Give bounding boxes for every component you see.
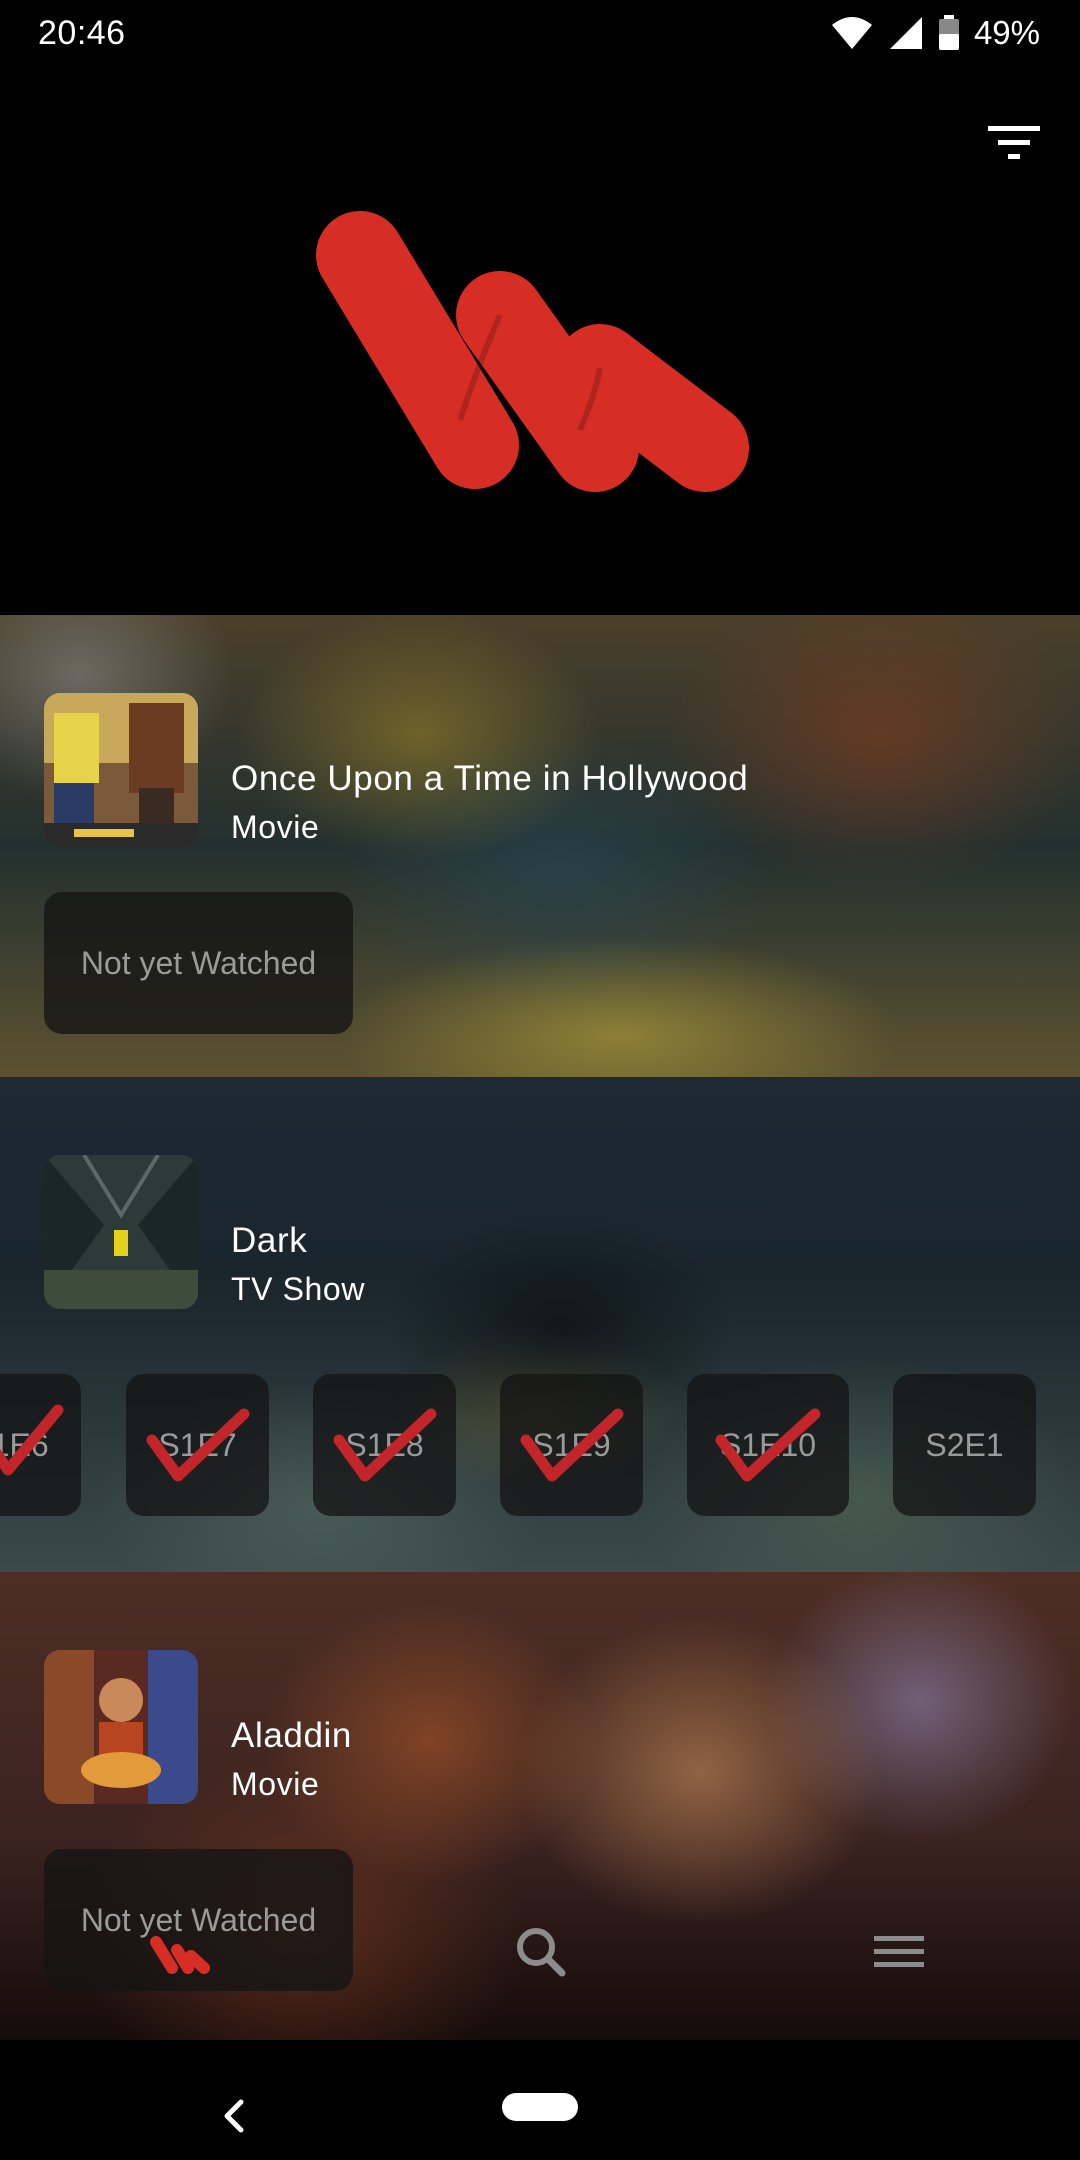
checkmark-icon — [333, 1408, 437, 1482]
checkmark-icon — [715, 1408, 821, 1482]
filter-icon — [988, 126, 1040, 159]
status-bar: 20:46 49% — [0, 0, 1080, 70]
watched-logo — [300, 190, 780, 530]
episode-chip[interactable]: S1E6 — [0, 1374, 81, 1516]
filter-button[interactable] — [982, 118, 1046, 174]
menu-icon — [874, 1936, 924, 1967]
search-icon — [517, 1928, 566, 1977]
media-title: Dark — [231, 1221, 308, 1260]
bottom-navigation — [0, 1880, 1080, 2020]
poster-image — [44, 1650, 198, 1804]
episode-chip[interactable]: S1E8 — [313, 1374, 456, 1516]
poster-image — [44, 1155, 198, 1309]
battery-percent: 49% — [973, 14, 1040, 51]
watch-status-button[interactable]: Not yet Watched — [44, 892, 353, 1034]
checkmark-icon — [0, 1404, 64, 1476]
media-card[interactable]: Once Upon a Time in Hollywood Movie Not … — [0, 615, 1080, 1077]
media-title: Once Upon a Time in Hollywood — [231, 759, 749, 798]
battery-icon — [938, 15, 959, 50]
media-title: Aladdin — [231, 1716, 352, 1755]
nav-home-tab[interactable] — [120, 1880, 240, 2020]
signal-icon — [889, 17, 922, 49]
checkmark-icon — [146, 1408, 250, 1482]
status-icons: 49% — [830, 14, 1040, 52]
status-time: 20:46 — [38, 14, 126, 52]
poster-image — [44, 693, 198, 847]
nav-menu-tab[interactable] — [840, 1880, 960, 2020]
wifi-icon — [831, 17, 872, 49]
home-icon — [150, 1936, 210, 1974]
episode-chip[interactable]: S1E7 — [126, 1374, 269, 1516]
episode-label: S2E1 — [925, 1426, 1004, 1463]
home-pill[interactable] — [502, 2093, 578, 2121]
episode-chip[interactable]: S1E10 — [687, 1374, 849, 1516]
checkmark-icon — [520, 1408, 624, 1482]
nav-search-tab[interactable] — [480, 1880, 600, 2020]
system-navigation-bar — [0, 2040, 1080, 2160]
media-card[interactable]: Dark TV Show S1E6 S1E7 S1E8 S1E9 S1E10 S… — [0, 1077, 1080, 1572]
media-type: TV Show — [231, 1271, 366, 1307]
back-icon[interactable] — [215, 2096, 255, 2136]
episode-chip[interactable]: S2E1 — [893, 1374, 1036, 1516]
watch-status-label: Not yet Watched — [80, 944, 317, 981]
media-type: Movie — [231, 1766, 320, 1802]
episode-chip[interactable]: S1E9 — [500, 1374, 643, 1516]
media-type: Movie — [231, 809, 320, 845]
